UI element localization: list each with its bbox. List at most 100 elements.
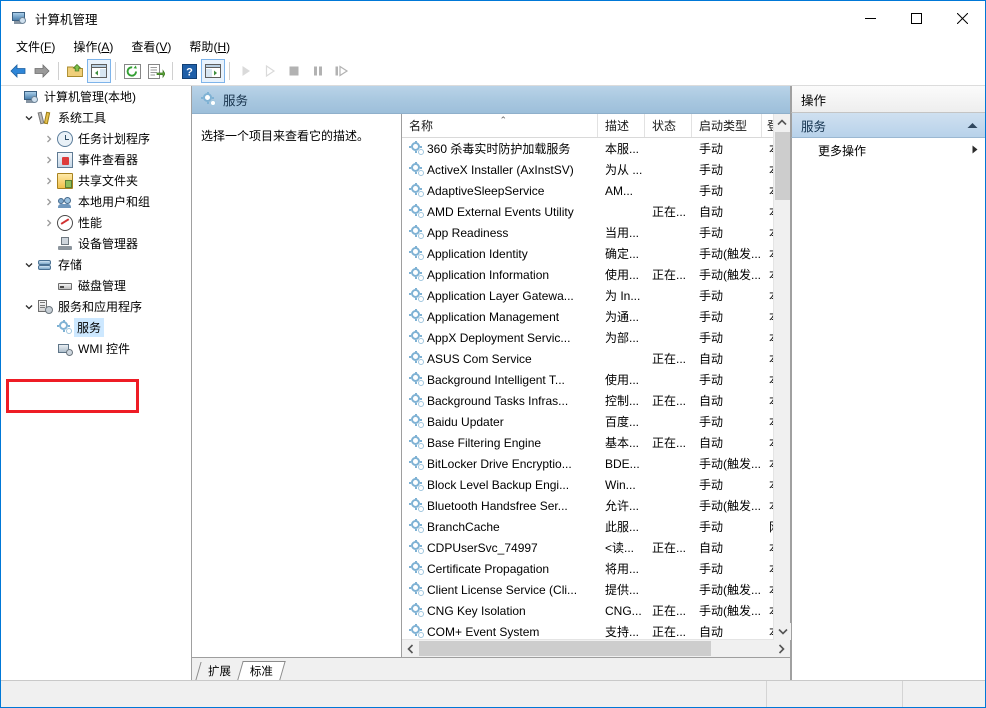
service-gear-icon	[409, 330, 424, 345]
tree-node-device-manager[interactable]: 设备管理器	[1, 233, 191, 254]
back-icon[interactable]	[6, 59, 30, 83]
table-row[interactable]: 360 杀毒实时防护加载服务本服...手动本	[402, 138, 790, 159]
tree-node-computer-management[interactable]: 计算机管理(本地)	[1, 86, 191, 107]
table-row[interactable]: Application Identity确定...手动(触发...本	[402, 243, 790, 264]
maximize-button[interactable]	[893, 2, 939, 35]
tree-node-services-and-applications[interactable]: 服务和应用程序	[1, 296, 191, 317]
tree-node-event-viewer[interactable]: 事件查看器	[1, 149, 191, 170]
tree-expander-expanded-icon[interactable]	[21, 303, 37, 311]
scroll-right-icon[interactable]	[773, 640, 790, 657]
column-header-status[interactable]: 状态	[645, 114, 692, 137]
refresh-icon[interactable]	[120, 59, 144, 83]
tree-node-task-scheduler[interactable]: 任务计划程序	[1, 128, 191, 149]
view-tabstrip: 扩展 标准	[192, 657, 790, 680]
table-row[interactable]: Background Tasks Infras...控制...正在...自动本	[402, 390, 790, 411]
tree-node-performance[interactable]: 性能	[1, 212, 191, 233]
table-row[interactable]: Block Level Backup Engi...Win...手动本	[402, 474, 790, 495]
resume-service-icon[interactable]	[258, 59, 282, 83]
tree-node-services[interactable]: 服务	[1, 317, 191, 338]
status-cell-1	[1, 681, 766, 707]
table-row[interactable]: Background Intelligent T...使用...手动本	[402, 369, 790, 390]
table-row[interactable]: BranchCache此服...手动网	[402, 516, 790, 537]
hscroll-track[interactable]	[419, 640, 773, 657]
tree-expander-collapsed-icon[interactable]	[41, 198, 57, 206]
menu-view[interactable]: 查看(V)	[122, 36, 180, 57]
menu-file[interactable]: 文件(F)	[7, 36, 64, 57]
table-row[interactable]: ActiveX Installer (AxInstSV)为从 ...手动本	[402, 159, 790, 180]
table-row[interactable]: BitLocker Drive Encryptio... BDE... 手动(触发.…	[402, 453, 790, 474]
scroll-up-icon[interactable]	[774, 114, 790, 131]
table-row[interactable]: COM+ Event System支持...正在...自动本	[402, 621, 790, 639]
services-rows: 360 杀毒实时防护加载服务本服...手动本ActiveX Installer …	[402, 138, 790, 639]
table-row[interactable]: App Readiness当用...手动本	[402, 222, 790, 243]
tree-node-storage[interactable]: 存储	[1, 254, 191, 275]
cell-startup-type: 自动	[699, 541, 724, 555]
table-row[interactable]: AppX Deployment Servic...为部...手动本	[402, 327, 790, 348]
close-button[interactable]	[939, 2, 985, 35]
tree-expander-expanded-icon[interactable]	[21, 261, 37, 269]
table-row[interactable]: AdaptiveSleepServiceAM...手动本	[402, 180, 790, 201]
cell-startup-type: 自动	[699, 352, 724, 366]
content-header-title: 服务	[223, 94, 249, 108]
column-header-label: 描述	[605, 119, 630, 133]
minimize-button[interactable]	[847, 2, 893, 35]
start-service-icon[interactable]	[234, 59, 258, 83]
tree-node-wmi-control[interactable]: WMI 控件	[1, 338, 191, 359]
cell-description: <读...	[605, 541, 635, 555]
column-header-description[interactable]: 描述	[598, 114, 645, 137]
service-gear-icon	[409, 267, 424, 282]
scroll-down-icon[interactable]	[774, 623, 791, 640]
vscroll-thumb[interactable]	[775, 132, 790, 200]
up-folder-icon[interactable]	[63, 59, 87, 83]
export-list-icon[interactable]	[144, 59, 168, 83]
scroll-left-icon[interactable]	[402, 640, 419, 657]
tree-expander-collapsed-icon[interactable]	[41, 156, 57, 164]
cell-startup-type: 手动(触发...	[699, 247, 761, 261]
column-header-startup-type[interactable]: 启动类型	[692, 114, 762, 137]
column-header-name[interactable]: 名称 ⌃	[402, 114, 598, 137]
tab-standard[interactable]: 标准	[237, 661, 286, 680]
tree-expander-collapsed-icon[interactable]	[41, 177, 57, 185]
hscroll-thumb[interactable]	[419, 641, 711, 656]
tree-expander-expanded-icon[interactable]	[21, 114, 37, 122]
tree-node-local-users-and-groups[interactable]: 本地用户和组	[1, 191, 191, 212]
table-row[interactable]: Certificate Propagation将用...手动本	[402, 558, 790, 579]
restart-service-icon[interactable]	[330, 59, 354, 83]
menu-help[interactable]: 帮助(H)	[180, 36, 239, 57]
cell-name-text: Certificate Propagation	[427, 561, 550, 576]
cell-startup-type: 手动(触发...	[699, 583, 761, 597]
chevron-up-icon[interactable]	[967, 118, 978, 132]
table-row[interactable]: CNG Key IsolationCNG...正在...手动(触发...本	[402, 600, 790, 621]
tree-expander-collapsed-icon[interactable]	[41, 135, 57, 143]
horizontal-scrollbar[interactable]	[402, 639, 790, 657]
cell-description: 支持...	[605, 625, 640, 639]
table-row[interactable]: Application Management为通...手动本	[402, 306, 790, 327]
action-more-actions[interactable]: 更多操作	[792, 138, 985, 162]
table-row[interactable]: Application Information 使用... 正在... 手动(触发..…	[402, 264, 790, 285]
table-row[interactable]: Baidu Updater百度...手动本	[402, 411, 790, 432]
forward-icon[interactable]	[30, 59, 54, 83]
tree-node-system-tools[interactable]: 系统工具	[1, 107, 191, 128]
pause-service-icon[interactable]	[306, 59, 330, 83]
tab-extended[interactable]: 扩展	[195, 662, 244, 680]
table-row[interactable]: Application Layer Gatewa...为 In...手动本	[402, 285, 790, 306]
vertical-scrollbar[interactable]	[773, 114, 791, 640]
tree-node-shared-folders[interactable]: 共享文件夹	[1, 170, 191, 191]
table-row[interactable]: AMD External Events Utility正在...自动本	[402, 201, 790, 222]
table-row[interactable]: Bluetooth Handsfree Ser...允许...手动(触发...本	[402, 495, 790, 516]
table-row[interactable]: CDPUserSvc_74997<读...正在...自动本	[402, 537, 790, 558]
table-row[interactable]: ASUS Com Service正在...自动本	[402, 348, 790, 369]
tree-expander-collapsed-icon[interactable]	[41, 219, 57, 227]
show-hide-tree-icon[interactable]	[87, 59, 111, 83]
stop-service-icon[interactable]	[282, 59, 306, 83]
actions-list: 更多操作	[791, 138, 985, 680]
table-row[interactable]: Base Filtering Engine基本...正在...自动本	[402, 432, 790, 453]
tree-node-disk-management[interactable]: 磁盘管理	[1, 275, 191, 296]
help-icon[interactable]: ?	[177, 59, 201, 83]
actions-group-services[interactable]: 服务	[791, 113, 985, 138]
menu-action[interactable]: 操作(A)	[64, 36, 122, 57]
cell-name: Bluetooth Handsfree Ser...	[402, 498, 598, 513]
wmi-control-icon	[57, 341, 73, 357]
show-action-pane-icon[interactable]	[201, 59, 225, 83]
table-row[interactable]: Client License Service (Cli... 提供... 手动(触发…	[402, 579, 790, 600]
